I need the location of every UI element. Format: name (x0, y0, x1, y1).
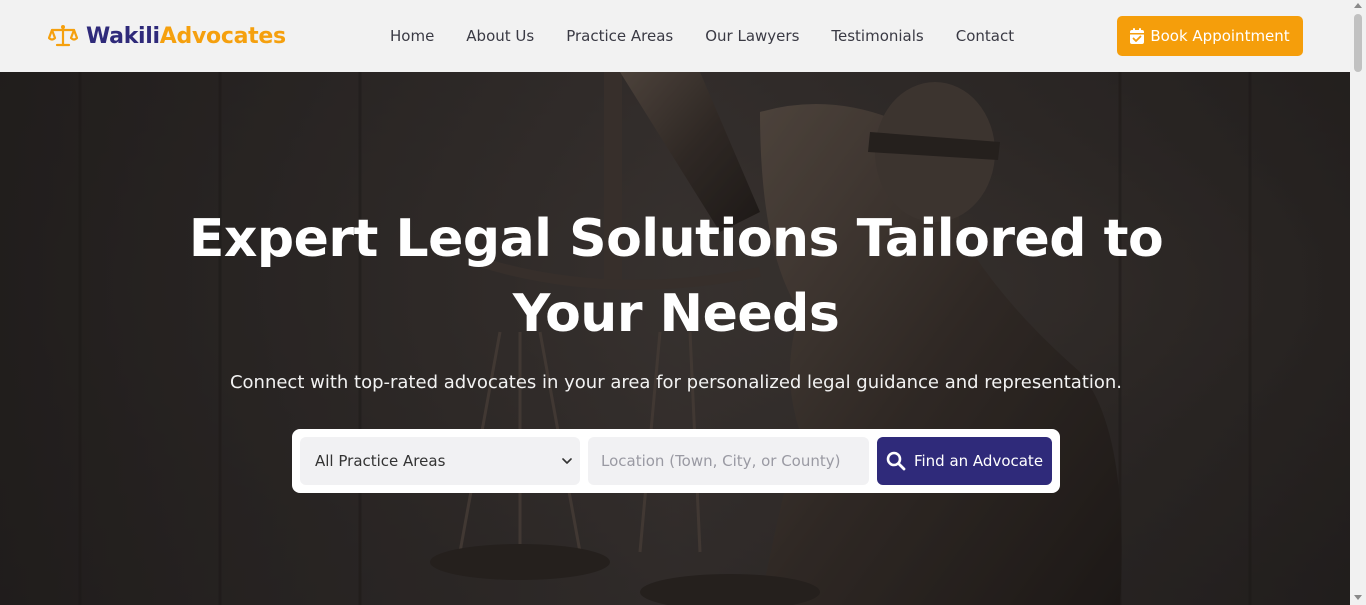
book-appointment-label: Book Appointment (1150, 27, 1290, 45)
book-appointment-button[interactable]: Book Appointment (1117, 16, 1303, 56)
site-header: WakiliAdvocates Home About Us Practice A… (0, 0, 1350, 72)
scroll-down-arrow-icon[interactable] (1354, 595, 1362, 600)
main-nav: Home About Us Practice Areas Our Lawyers… (390, 0, 1014, 72)
search-icon (886, 451, 906, 471)
nav-practice-areas[interactable]: Practice Areas (566, 27, 673, 45)
calendar-check-icon (1130, 28, 1145, 44)
scale-balance-icon (48, 25, 78, 47)
find-advocate-label: Find an Advocate (913, 452, 1044, 470)
nav-home[interactable]: Home (390, 27, 434, 45)
page-scrollbar[interactable] (1350, 0, 1366, 605)
hero-subtitle: Connect with top-rated advocates in your… (229, 372, 1123, 393)
brand-logo[interactable]: WakiliAdvocates (48, 22, 286, 50)
practice-area-select[interactable]: All Practice Areas (300, 437, 580, 485)
location-input[interactable] (588, 437, 869, 485)
chevron-down-icon (562, 458, 572, 464)
brand-name: WakiliAdvocates (86, 24, 286, 49)
find-advocate-button[interactable]: Find an Advocate (877, 437, 1052, 485)
brand-name-part2: Advocates (159, 23, 286, 49)
advocate-search-form: All Practice Areas Find an Advocate (292, 429, 1060, 493)
nav-testimonials[interactable]: Testimonials (831, 27, 923, 45)
scrollbar-thumb[interactable] (1354, 14, 1362, 72)
practice-area-selected: All Practice Areas (315, 452, 446, 470)
nav-about-us[interactable]: About Us (466, 27, 534, 45)
brand-name-part1: Wakili (86, 23, 160, 49)
nav-our-lawyers[interactable]: Our Lawyers (705, 27, 799, 45)
scroll-up-arrow-icon[interactable] (1354, 3, 1362, 8)
hero-section: Expert Legal Solutions Tailored to Your … (0, 72, 1350, 605)
hero-title: Expert Legal Solutions Tailored to Your … (188, 209, 1164, 344)
nav-contact[interactable]: Contact (956, 27, 1014, 45)
